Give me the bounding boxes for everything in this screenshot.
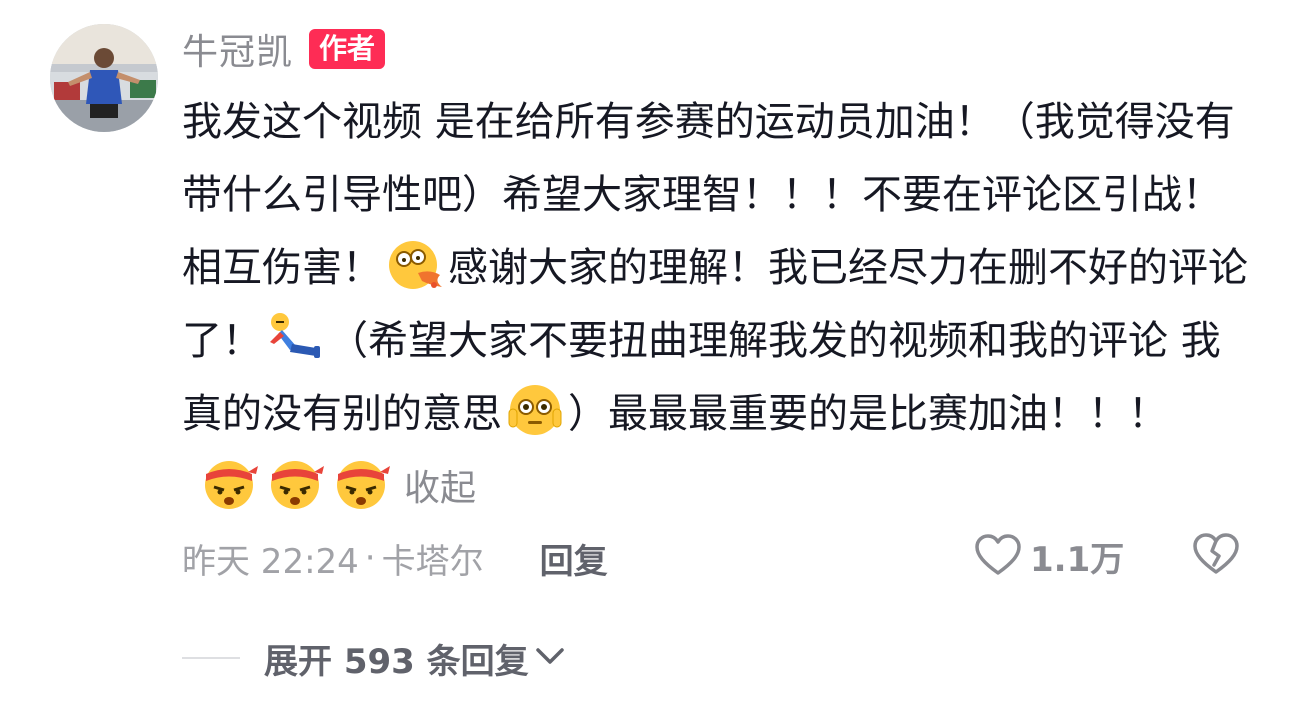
- headband-fighting-emoji: [266, 454, 324, 512]
- heart-outline-icon: [974, 533, 1022, 581]
- comment-text-part-4: ）最最最重要的是比赛加油！！！: [568, 391, 1168, 437]
- meta-separator: ·: [364, 538, 376, 578]
- dislike-button[interactable]: [1192, 532, 1240, 580]
- author-badge: 作者: [309, 29, 386, 69]
- author-name[interactable]: 牛冠凯: [182, 23, 293, 75]
- flushed-face-emoji: [506, 381, 564, 439]
- headband-fighting-emoji: [200, 454, 258, 512]
- trailing-emoji-group: [196, 451, 394, 524]
- collapse-button[interactable]: 收起: [404, 468, 476, 509]
- comment-meta-row: 昨天 22:24 · 卡塔尔 回复 1.1万: [182, 530, 1252, 586]
- expand-replies-button[interactable]: 展开 593 条回复: [182, 628, 565, 688]
- comment-time: 昨天 22:24: [182, 541, 359, 582]
- expand-replies-label: 展开 593 条回复: [264, 641, 529, 682]
- author-row: 牛冠凯 作者: [182, 22, 386, 76]
- puking-emoji: [386, 235, 444, 293]
- comment-text: 我发这个视频 是在给所有参赛的运动员加油！（我觉得没有带什么引导性吧）希望大家理…: [182, 86, 1252, 525]
- comment-location: 卡塔尔: [381, 541, 484, 582]
- headband-fighting-emoji: [332, 454, 390, 512]
- expand-divider-line: [182, 657, 240, 659]
- like-count: 1.1万: [1030, 540, 1125, 580]
- chevron-down-icon: [535, 645, 565, 671]
- author-avatar[interactable]: [50, 24, 158, 132]
- like-button[interactable]: 1.1万: [974, 532, 1124, 581]
- comment-item: 牛冠凯 作者 我发这个视频 是在给所有参赛的运动员加油！（我觉得没有带什么引导性…: [0, 0, 1290, 715]
- reply-button[interactable]: 回复: [540, 534, 608, 583]
- broken-heart-icon: [1192, 533, 1240, 580]
- fallen-person-emoji: [266, 308, 324, 366]
